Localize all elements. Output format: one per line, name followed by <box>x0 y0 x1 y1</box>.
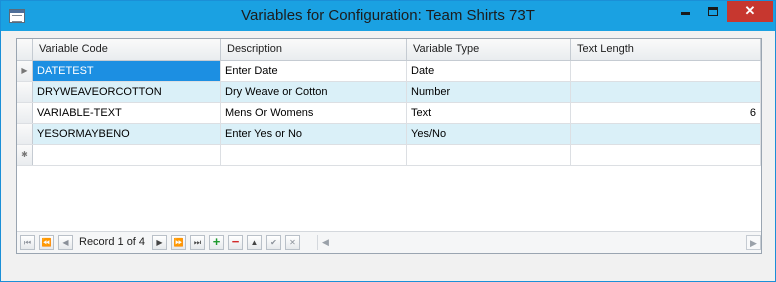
table-row[interactable]: YESORMAYBENO Enter Yes or No Yes/No <box>17 124 761 145</box>
first-record-icon: ⏮ <box>23 238 32 247</box>
delete-record-button[interactable]: − <box>228 235 243 250</box>
cell-variable-code[interactable]: DRYWEAVEORCOTTON <box>33 82 221 102</box>
table-row[interactable]: DRYWEAVEORCOTTON Dry Weave or Cotton Num… <box>17 82 761 103</box>
header-corner <box>17 39 33 61</box>
table-row[interactable]: ▶ DATETEST Enter Date Date <box>17 61 761 82</box>
variables-grid: Variable Code Description Variable Type … <box>16 38 762 254</box>
cell-description[interactable]: Enter Date <box>221 61 407 81</box>
configuration-variables-window: Variables for Configuration: Team Shirts… <box>0 0 776 282</box>
previous-page-button[interactable]: ⏪ <box>39 235 54 250</box>
check-icon: ✔ <box>270 238 277 247</box>
row-indicator[interactable] <box>17 103 33 123</box>
edit-record-button[interactable]: ▲ <box>247 235 262 250</box>
previous-record-button[interactable]: ◀ <box>58 235 73 250</box>
next-record-button[interactable]: ▶ <box>152 235 167 250</box>
cell-variable-type[interactable]: Date <box>407 61 571 81</box>
cell-variable-code[interactable]: YESORMAYBENO <box>33 124 221 144</box>
cancel-edit-button[interactable]: ✕ <box>285 235 300 250</box>
cell-variable-type[interactable]: Yes/No <box>407 124 571 144</box>
end-edit-button[interactable]: ✔ <box>266 235 281 250</box>
scroll-left-icon[interactable]: ◀ <box>318 235 333 250</box>
record-position-text: Record 1 of 4 <box>79 236 146 248</box>
cell-text-length[interactable] <box>571 124 761 144</box>
cancel-icon: ✕ <box>289 238 296 247</box>
new-cell-variable-code[interactable] <box>33 145 221 165</box>
last-record-icon: ⏭ <box>193 238 202 247</box>
column-header-variable-type[interactable]: Variable Type <box>407 39 571 61</box>
next-page-button[interactable]: ⏩ <box>171 235 186 250</box>
horizontal-scrollbar[interactable]: ◀ ▶ <box>317 235 761 250</box>
close-button[interactable]: ✕ <box>727 1 773 22</box>
cell-variable-code[interactable]: VARIABLE-TEXT <box>33 103 221 123</box>
cell-description[interactable]: Mens Or Womens <box>221 103 407 123</box>
scroll-right-icon[interactable]: ▶ <box>746 235 761 250</box>
new-cell-description[interactable] <box>221 145 407 165</box>
minimize-icon <box>680 12 690 15</box>
minimize-button[interactable] <box>671 1 699 22</box>
add-record-button[interactable]: + <box>209 235 224 250</box>
next-record-icon: ▶ <box>156 238 163 247</box>
cell-variable-code[interactable]: DATETEST <box>33 61 221 81</box>
new-cell-text-length[interactable] <box>571 145 761 165</box>
current-row-indicator-icon[interactable]: ▶ <box>17 61 33 81</box>
up-arrow-icon: ▲ <box>250 238 259 247</box>
new-cell-variable-type[interactable] <box>407 145 571 165</box>
cell-text-length[interactable] <box>571 82 761 102</box>
last-record-button[interactable]: ⏭ <box>190 235 205 250</box>
close-icon: ✕ <box>744 3 756 18</box>
cell-description[interactable]: Enter Yes or No <box>221 124 407 144</box>
previous-record-icon: ◀ <box>62 238 69 247</box>
first-record-button[interactable]: ⏮ <box>20 235 35 250</box>
content-area: Variable Code Description Variable Type … <box>8 32 768 275</box>
data-navigator: ⏮ ⏪ ◀ Record 1 of 4 ▶ ⏩ ⏭ + − ▲ ✔ ✕ ◀ ▶ <box>17 231 761 253</box>
title-bar[interactable]: Variables for Configuration: Team Shirts… <box>1 1 775 31</box>
next-page-icon: ⏩ <box>173 238 184 247</box>
window-title: Variables for Configuration: Team Shirts… <box>241 7 535 24</box>
cell-text-length[interactable]: 6 <box>571 103 761 123</box>
cell-text-length[interactable] <box>571 61 761 81</box>
column-header-text-length[interactable]: Text Length <box>571 39 761 61</box>
table-row[interactable]: VARIABLE-TEXT Mens Or Womens Text 6 <box>17 103 761 124</box>
grid-header: Variable Code Description Variable Type … <box>17 39 761 61</box>
plus-icon: + <box>212 234 221 249</box>
cell-variable-type[interactable]: Number <box>407 82 571 102</box>
maximize-icon <box>708 7 718 16</box>
column-header-variable-code[interactable]: Variable Code <box>33 39 221 61</box>
new-row[interactable]: ✱ <box>17 145 761 166</box>
new-row-icon[interactable]: ✱ <box>17 145 33 165</box>
column-header-description[interactable]: Description <box>221 39 407 61</box>
maximize-button[interactable] <box>699 1 727 22</box>
cell-variable-type[interactable]: Text <box>407 103 571 123</box>
minus-icon: − <box>231 234 240 249</box>
previous-page-icon: ⏪ <box>41 238 52 247</box>
cell-description[interactable]: Dry Weave or Cotton <box>221 82 407 102</box>
row-indicator[interactable] <box>17 124 33 144</box>
row-indicator[interactable] <box>17 82 33 102</box>
